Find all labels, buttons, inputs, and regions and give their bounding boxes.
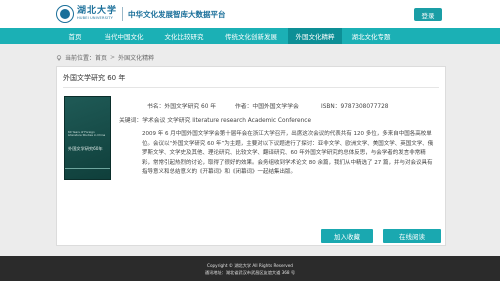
breadcrumb-separator: > (110, 54, 116, 61)
breadcrumb: 当前位置： 首页 > 外国文化精粹 (56, 53, 154, 62)
footer-copyright: Copyright © 湖北大学 All Rights Reserved (207, 263, 293, 268)
site-footer: Copyright © 湖北大学 All Rights Reserved 通讯地… (0, 256, 500, 281)
book-cover-image: 60 Years of Foreign Literature Studies i… (64, 96, 111, 180)
location-pin-icon (56, 54, 62, 61)
meta-isbn: ISBN：9787308077728 (321, 101, 388, 110)
cover-chinese-title: 外国文学研究60年 (68, 146, 103, 151)
meta-book-title: 书名：外国文学研究 60 年 (147, 101, 216, 110)
card-divider (63, 87, 439, 88)
breadcrumb-current[interactable]: 外国文化精粹 (118, 53, 154, 62)
main-nav: 首页 当代中国文化 文化比较研究 传统文化创新发展 外国文化精粹 湖北文化专题 (0, 28, 500, 44)
cover-band (65, 168, 110, 169)
nav-item-foreign-culture[interactable]: 外国文化精粹 (288, 28, 342, 44)
logo-divider (122, 7, 124, 21)
site-title: 中华文化发展智库大数据平台 (128, 9, 226, 19)
book-description: 2009 年 6 月中国外国文学学会第十届年会在浙江大学召开，出席这次会议的代表… (142, 131, 434, 176)
site-header: 湖北大学 HUBEI UNIVERSITY 中华文化发展智库大数据平台 登录 (0, 0, 500, 28)
cover-english-title: 60 Years of Foreign Literature Studies i… (68, 130, 106, 138)
meta-author-label: 作者： (235, 104, 253, 110)
logo-english-name: HUBEI UNIVERSITY (77, 16, 113, 21)
meta-keywords-label: 关键词： (119, 118, 143, 124)
meta-title-label: 书名： (147, 104, 165, 110)
meta-author: 作者：中国外国文学学会 (235, 101, 299, 110)
university-emblem-icon (56, 5, 74, 23)
logo-chinese-name: 湖北大学 (77, 6, 118, 17)
add-to-favorites-button[interactable]: 加入收藏 (321, 229, 373, 243)
book-title-heading: 外国文学研究 60 年 (63, 74, 126, 82)
read-online-button[interactable]: 在线阅读 (383, 229, 441, 243)
nav-item-contemporary-culture[interactable]: 当代中国文化 (94, 28, 154, 44)
login-button[interactable]: 登录 (414, 8, 442, 21)
site-logo[interactable]: 湖北大学 HUBEI UNIVERSITY 中华文化发展智库大数据平台 (56, 4, 226, 24)
footer-address: 通讯地址：湖北省武汉市武昌区友谊大道 368 号 (204, 270, 296, 275)
meta-author-value: 中国外国文学学会 (252, 104, 299, 110)
nav-item-home[interactable]: 首页 (56, 28, 94, 44)
meta-keywords-value: 学术会议 文学研究 literature research Academic C… (142, 118, 312, 124)
nav-item-comparative-culture[interactable]: 文化比较研究 (154, 28, 214, 44)
meta-isbn-value: 9787308077728 (340, 104, 389, 110)
breadcrumb-prefix: 当前位置： (65, 55, 96, 62)
book-detail-card: 外国文学研究 60 年 60 Years of Foreign Literatu… (56, 66, 446, 246)
meta-title-value: 外国文学研究 60 年 (164, 104, 217, 110)
meta-keywords: 关键词：学术会议 文学研究 literature research Academ… (119, 115, 311, 124)
nav-item-hubei-culture[interactable]: 湖北文化专题 (342, 28, 400, 44)
breadcrumb-home-link[interactable]: 首页 (95, 53, 107, 62)
meta-isbn-label: ISBN： (321, 104, 341, 110)
nav-item-traditional-culture[interactable]: 传统文化创新发展 (214, 28, 288, 44)
